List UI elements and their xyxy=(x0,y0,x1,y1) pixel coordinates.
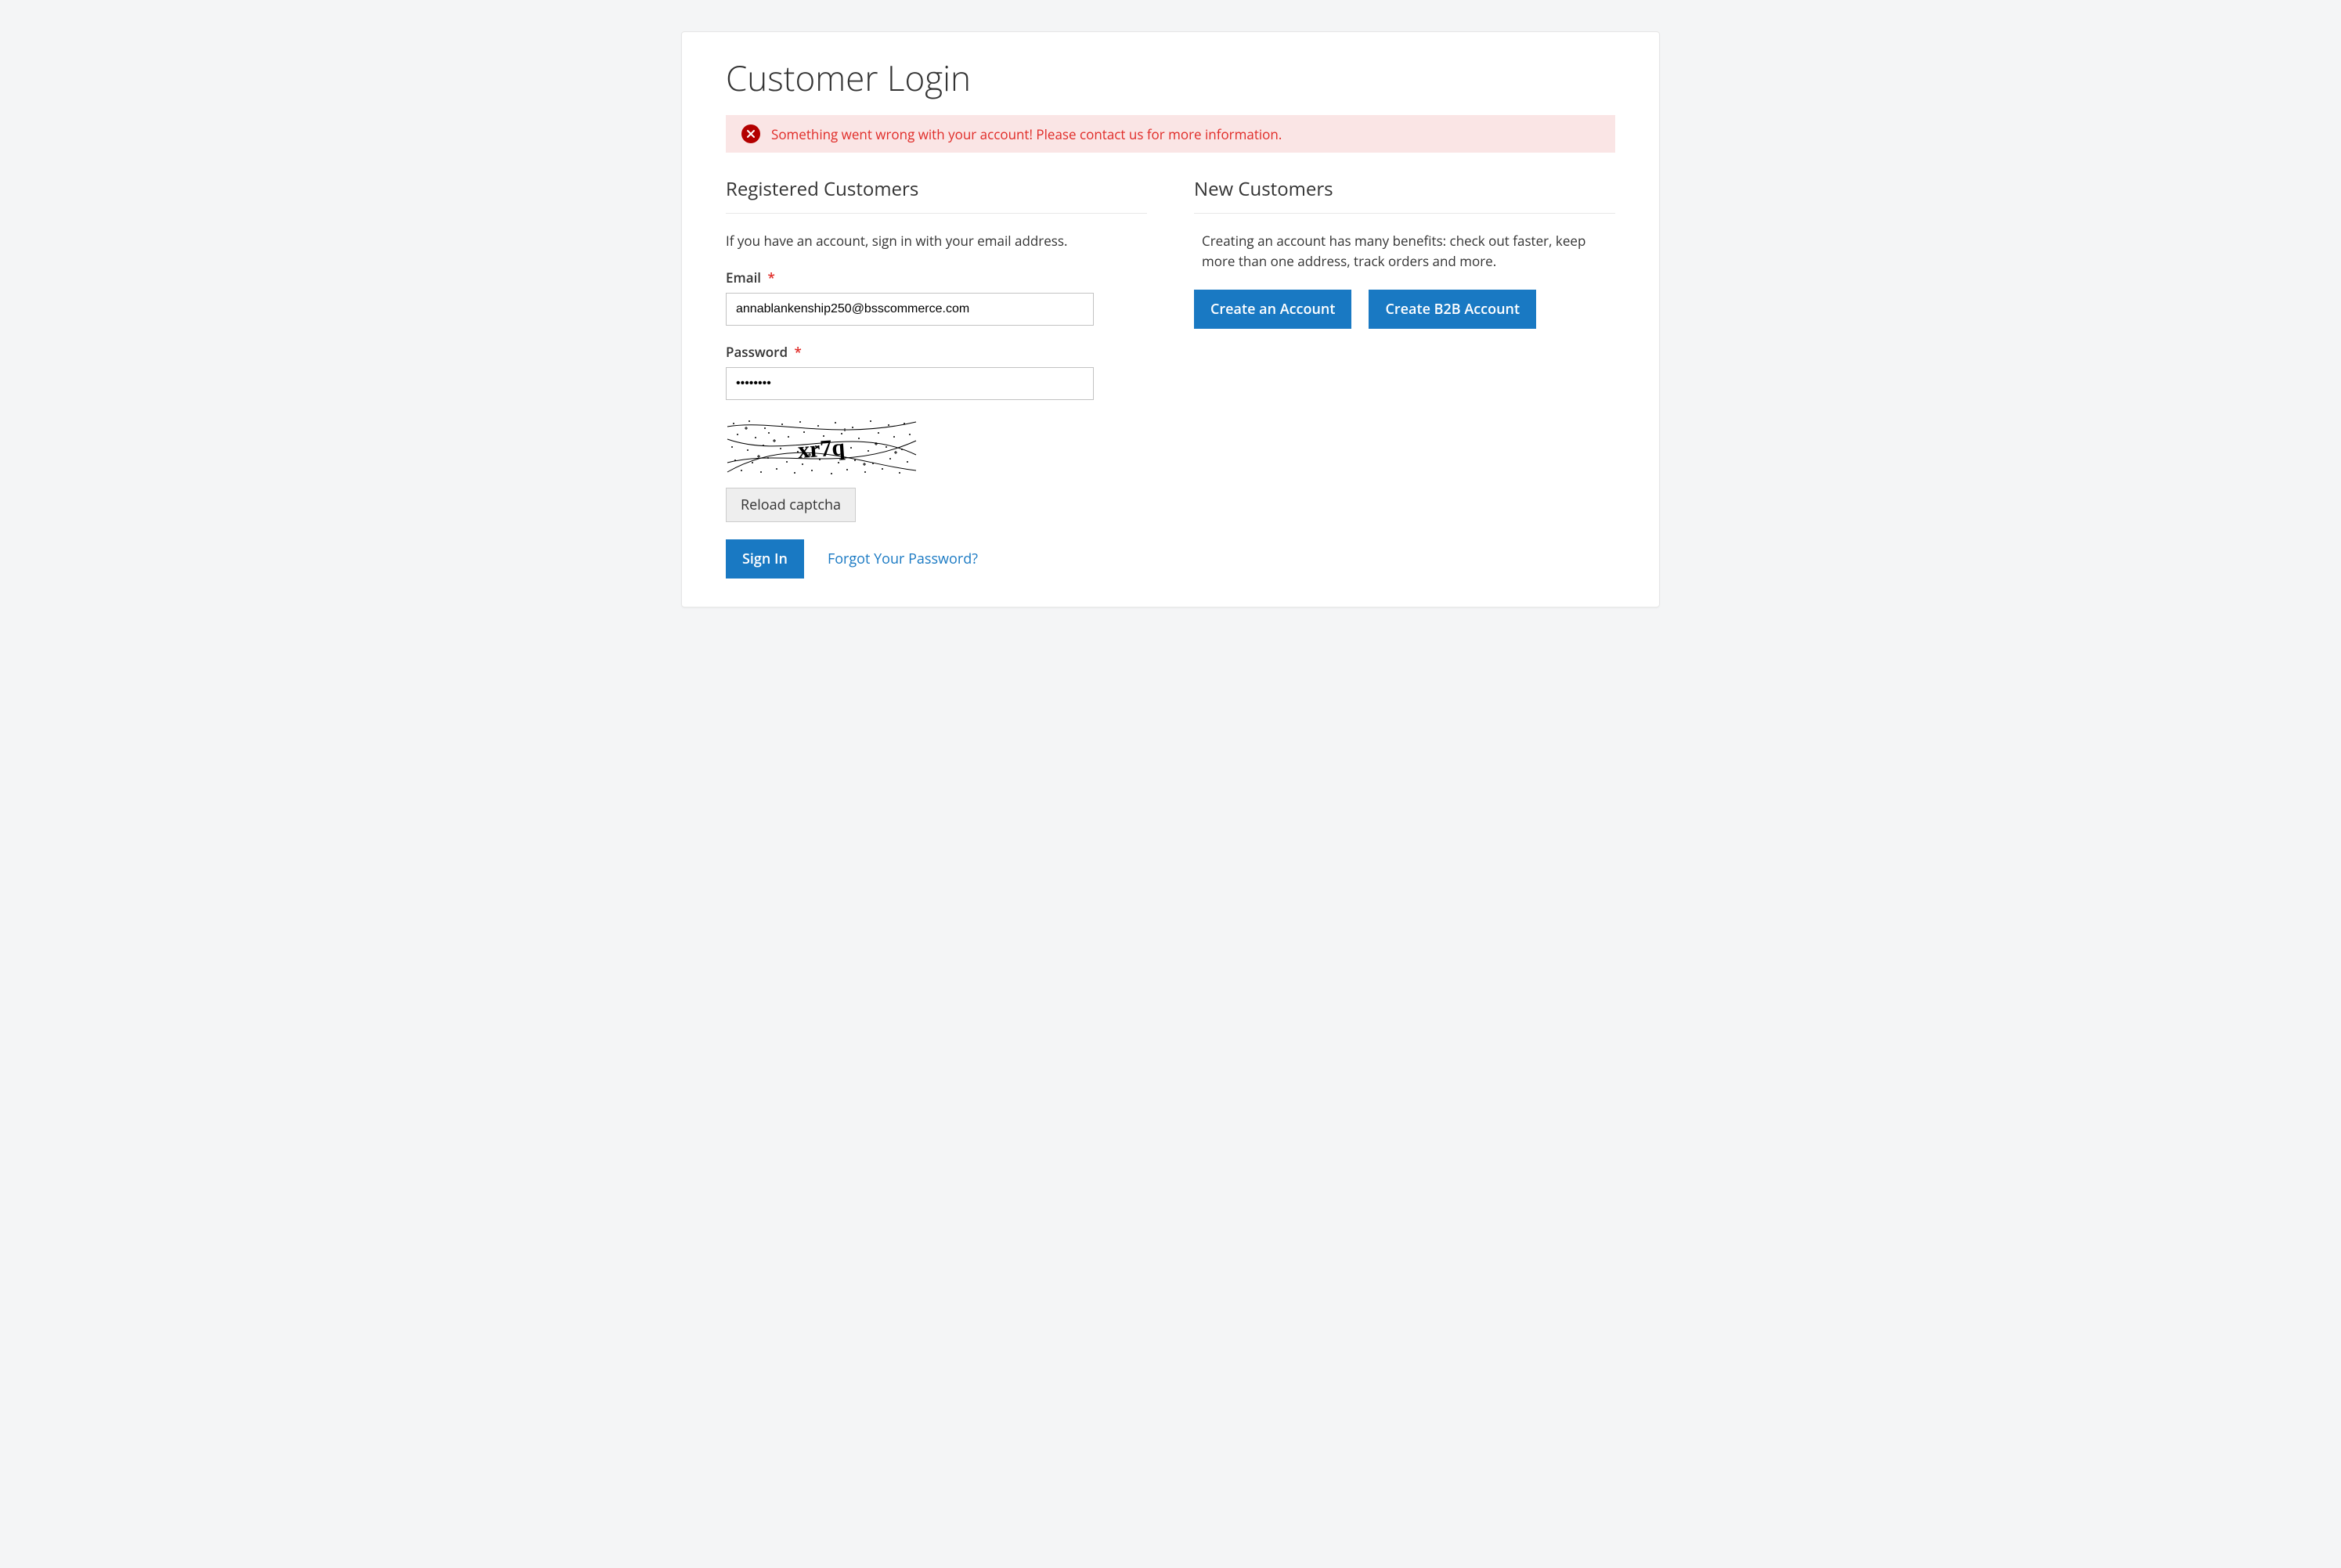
new-customers-block: New Customers Creating an account has ma… xyxy=(1194,176,1615,579)
new-customers-title: New Customers xyxy=(1194,176,1615,214)
reload-captcha-button[interactable]: Reload captcha xyxy=(726,488,856,522)
columns: Registered Customers If you have an acco… xyxy=(726,176,1615,579)
password-label: Password * xyxy=(726,343,802,361)
error-banner: Something went wrong with your account! … xyxy=(726,115,1615,153)
login-actions: Sign In Forgot Your Password? xyxy=(726,539,1147,579)
email-label-text: Email xyxy=(726,269,761,287)
new-customers-intro: Creating an account has many benefits: c… xyxy=(1194,231,1615,271)
forgot-password-link[interactable]: Forgot Your Password? xyxy=(828,550,978,568)
required-star-icon: * xyxy=(767,269,774,287)
new-customers-actions: Create an Account Create B2B Account xyxy=(1194,290,1615,329)
required-star-icon: * xyxy=(794,343,801,361)
login-card: Customer Login Something went wrong with… xyxy=(681,31,1660,607)
email-label: Email * xyxy=(726,269,775,287)
page-title: Customer Login xyxy=(726,54,1615,101)
registered-title: Registered Customers xyxy=(726,176,1147,214)
registered-customers-block: Registered Customers If you have an acco… xyxy=(726,176,1147,579)
captcha-image: xr7q xyxy=(726,417,918,477)
registered-intro: If you have an account, sign in with you… xyxy=(726,231,1147,251)
create-b2b-account-button[interactable]: Create B2B Account xyxy=(1369,290,1536,329)
email-field-wrapper: Email * xyxy=(726,269,1147,326)
password-input[interactable] xyxy=(726,367,1094,400)
password-label-text: Password xyxy=(726,343,788,361)
error-message: Something went wrong with your account! … xyxy=(771,125,1282,143)
create-account-button[interactable]: Create an Account xyxy=(1194,290,1351,329)
email-input[interactable] xyxy=(726,293,1094,326)
error-icon xyxy=(741,124,760,143)
sign-in-button[interactable]: Sign In xyxy=(726,539,804,579)
svg-text:xr7q: xr7q xyxy=(797,434,846,463)
password-field-wrapper: Password * xyxy=(726,343,1147,400)
